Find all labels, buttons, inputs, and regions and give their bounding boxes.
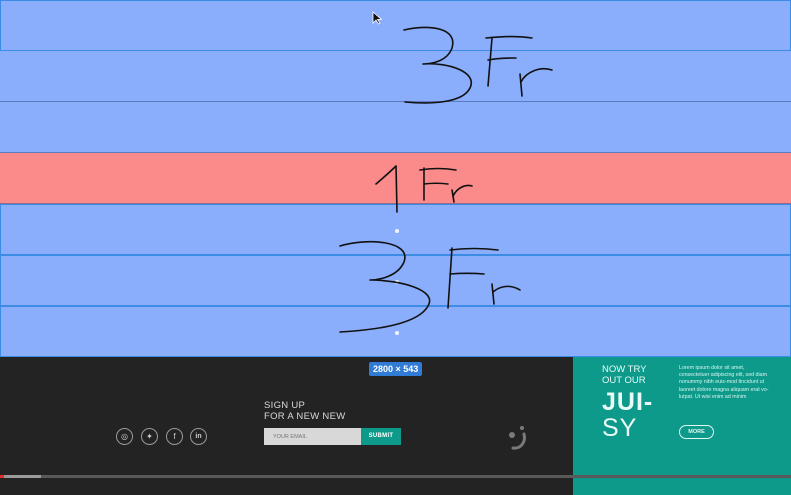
- more-button[interactable]: MORE: [679, 425, 714, 439]
- signup-title: SIGN UP FOR A NEW NEW: [264, 400, 346, 422]
- promo-title-line-1: JUI-: [602, 388, 654, 416]
- email-field[interactable]: [264, 428, 361, 445]
- row-handle[interactable]: [395, 280, 399, 284]
- linkedin-icon[interactable]: in: [190, 428, 207, 445]
- video-progress-played: [0, 475, 4, 478]
- mouse-cursor-icon: [372, 11, 383, 25]
- grid-row-4[interactable]: [0, 153, 791, 204]
- grid-row-3[interactable]: [0, 102, 791, 153]
- promo-body-text: Lorem ipsum dolor sit amet, consectetuer…: [679, 365, 769, 400]
- submit-button[interactable]: SUBMIT: [361, 428, 401, 445]
- signup-line-1: SIGN UP: [264, 400, 306, 411]
- row-handle[interactable]: [395, 229, 399, 233]
- grid-row-1[interactable]: [0, 0, 791, 51]
- signup-line-2: FOR A NEW NEW: [264, 411, 346, 422]
- grid-row-5[interactable]: [0, 204, 791, 255]
- promo-heading-line-2: OUT OUR: [602, 374, 646, 386]
- grid-row-2[interactable]: [0, 51, 791, 102]
- brand-logo-icon: [509, 426, 526, 450]
- grid-overlay: [0, 0, 791, 357]
- row-handle[interactable]: [395, 331, 399, 335]
- promo-heading-line-1: NOW TRY: [602, 364, 647, 375]
- promo-heading: NOW TRY OUT OUR: [602, 364, 647, 386]
- promo-title: JUI- SY: [602, 389, 653, 441]
- twitter-icon[interactable]: ✦: [141, 428, 158, 445]
- footer: 2800 × 543 ◎ ✦ f in SIGN UP FOR A NEW NE…: [0, 357, 791, 495]
- instagram-icon[interactable]: ◎: [116, 428, 133, 445]
- grid-row-7[interactable]: [0, 306, 791, 357]
- size-badge: 2800 × 543: [369, 362, 423, 376]
- grid-row-6[interactable]: [0, 255, 791, 306]
- facebook-icon[interactable]: f: [166, 428, 183, 445]
- promo-title-line-2: SY: [602, 414, 638, 442]
- video-progress-buffered: [0, 475, 42, 478]
- video-progress-bar[interactable]: [0, 475, 791, 478]
